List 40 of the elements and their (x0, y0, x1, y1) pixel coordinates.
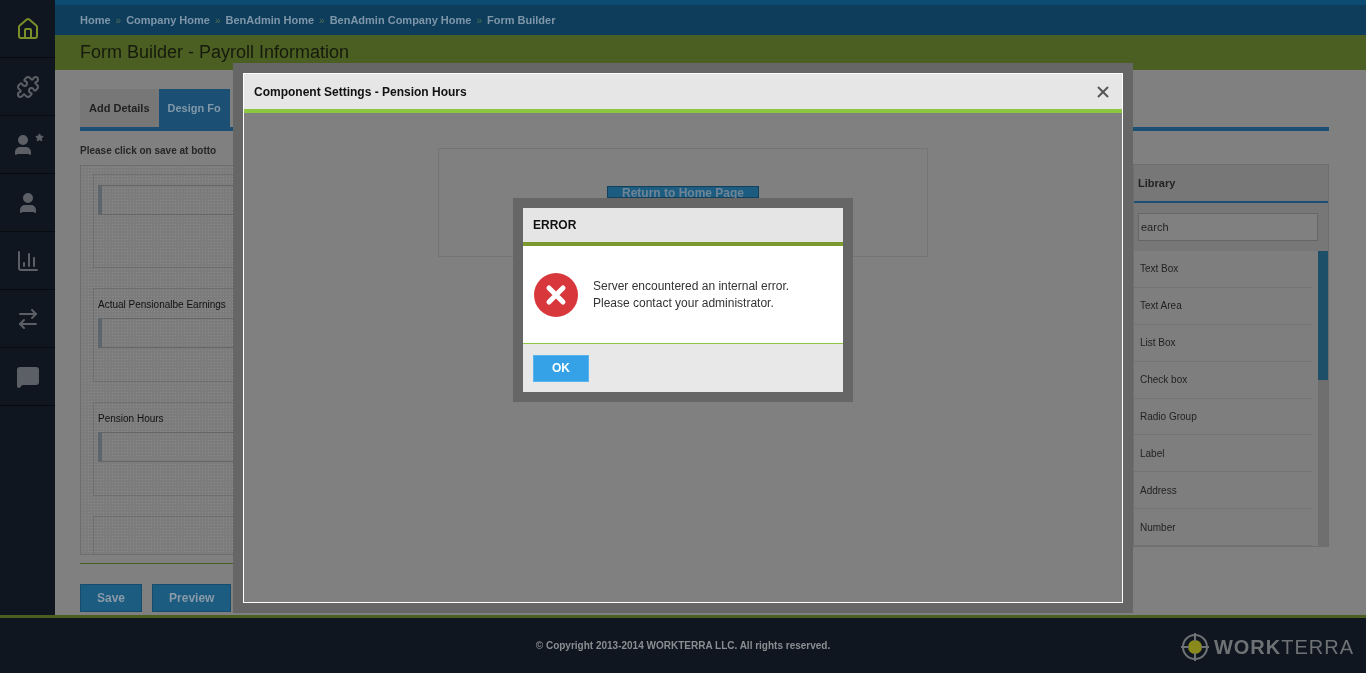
home-icon (15, 16, 40, 41)
field-label: Actual Pensionalbe Earnings (98, 299, 227, 310)
target-logo-icon (1179, 632, 1210, 662)
library-item[interactable]: Number (1134, 509, 1312, 546)
breadcrumb-link[interactable]: BenAdmin Company Home (329, 14, 472, 26)
bar-chart-icon (15, 248, 40, 273)
instruction-text: Please click on save at botto (80, 145, 218, 156)
action-button[interactable]: Preview (152, 584, 232, 612)
tab[interactable]: Design Fo (158, 89, 230, 127)
ok-button[interactable]: OK (533, 354, 589, 382)
breadcrumb-separator: » (476, 14, 482, 26)
library-item[interactable]: List Box (1134, 324, 1312, 362)
error-title: ERROR (533, 218, 577, 232)
breadcrumb-link[interactable]: BenAdmin Home (225, 14, 315, 26)
dialog-title: Component Settings - Pension Hours (254, 84, 467, 99)
library-title: Library (1134, 165, 1328, 203)
library-item[interactable]: Text Area (1134, 287, 1312, 325)
breadcrumb-link[interactable]: Company Home (126, 14, 210, 26)
error-message: Server encountered an internal error. Please contact your administrator. (593, 277, 790, 312)
library-item[interactable]: Label (1134, 435, 1312, 473)
logo-text: WORKTERRA (1213, 635, 1354, 659)
breadcrumb-link[interactable]: Form Builder (487, 14, 556, 26)
search-field[interactable]: earch (1138, 213, 1318, 241)
action-button[interactable]: Save (80, 584, 143, 612)
library-item[interactable]: Text Box (1134, 251, 1312, 288)
puzzle-icon (15, 74, 40, 99)
breadcrumb-separator: » (319, 14, 325, 26)
library-item[interactable]: Address (1134, 472, 1312, 510)
chat-bubble-icon (15, 364, 40, 389)
breadcrumb-separator: » (115, 14, 122, 26)
breadcrumb-link[interactable]: Home (80, 14, 111, 26)
library-item[interactable]: Check box (1134, 361, 1312, 399)
breadcrumb-separator: » (214, 14, 221, 26)
error-icon (533, 271, 579, 318)
tab[interactable]: Add Details (80, 89, 159, 127)
page-title: Form Builder - Payroll Information (80, 42, 350, 63)
scrollbar[interactable] (1318, 251, 1328, 546)
library-item[interactable]: Radio Group (1134, 398, 1312, 436)
field-label: Pension Hours (98, 413, 165, 424)
copyright-text: © Copyright 2013-2014 WORKTERRA LLC. All rights reserved. (535, 640, 831, 651)
